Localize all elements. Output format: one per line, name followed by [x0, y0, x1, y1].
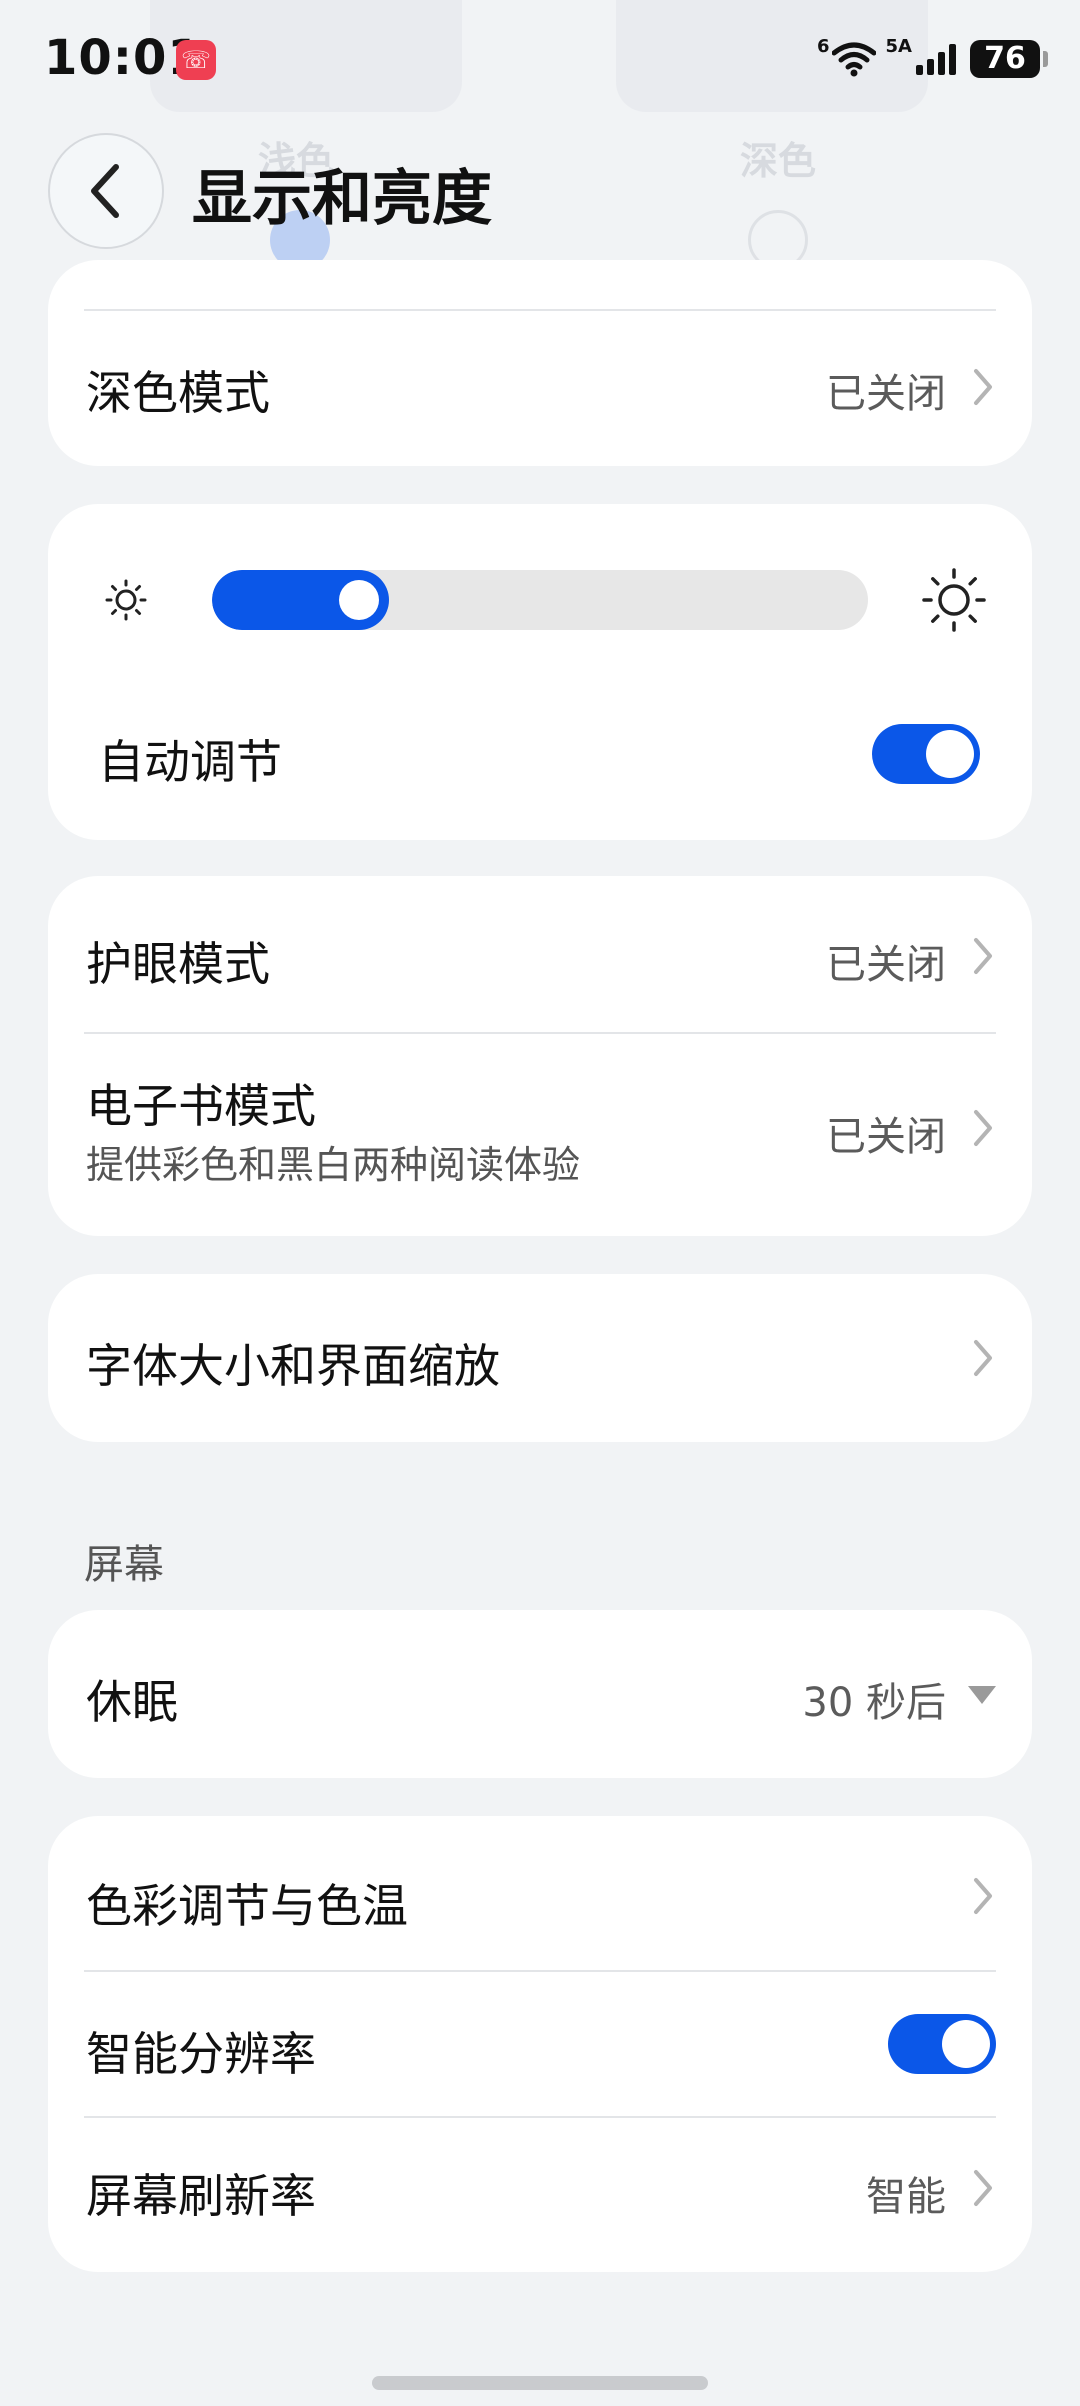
- chevron-left-icon: [91, 164, 119, 218]
- font-size-row[interactable]: 字体大小和界面缩放: [48, 1274, 1032, 1442]
- chevron-right-icon: [974, 1110, 992, 1146]
- color-adjust-row[interactable]: 色彩调节与色温: [48, 1816, 1032, 1970]
- font-size-card: 字体大小和界面缩放: [48, 1274, 1032, 1442]
- wifi-generation-label: 6: [817, 36, 830, 57]
- brightness-low-icon: [105, 579, 147, 621]
- refresh-rate-row[interactable]: 屏幕刷新率 智能: [48, 2118, 1032, 2272]
- page-title: 显示和亮度: [192, 164, 492, 234]
- chevron-right-icon: [974, 2170, 992, 2206]
- screen-section-title: 屏幕: [84, 1542, 164, 1588]
- status-icons: 6 5A 76: [817, 34, 1048, 84]
- reading-modes-card: 护眼模式 已关闭 电子书模式 提供彩色和黑白两种阅读体验 已关闭: [48, 876, 1032, 1236]
- sleep-card: 休眠 30 秒后: [48, 1610, 1032, 1778]
- eye-care-label: 护眼模式: [86, 937, 270, 991]
- sleep-value: 30 秒后: [802, 1680, 946, 1726]
- ebook-mode-subtitle: 提供彩色和黑白两种阅读体验: [86, 1143, 581, 1187]
- dark-mode-label: 深色模式: [86, 366, 270, 420]
- dark-mode-row[interactable]: 深色模式 已关闭: [48, 311, 1032, 466]
- cellular-network-label: 5A: [885, 36, 912, 57]
- refresh-rate-value: 智能: [866, 2174, 946, 2220]
- refresh-rate-label: 屏幕刷新率: [86, 2169, 316, 2223]
- ebook-mode-value: 已关闭: [826, 1114, 946, 1160]
- brightness-slider[interactable]: [212, 570, 868, 630]
- chevron-right-icon: [974, 1340, 992, 1376]
- theme-dark-label: 深色: [740, 139, 817, 183]
- signal-icon: [916, 44, 956, 75]
- chevron-right-icon: [974, 369, 992, 405]
- dark-mode-card: 深色模式 已关闭: [48, 260, 1032, 466]
- back-button[interactable]: [48, 133, 164, 249]
- dropdown-triangle-icon: [968, 1686, 996, 1704]
- font-size-label: 字体大小和界面缩放: [86, 1339, 500, 1393]
- smart-resolution-toggle[interactable]: [888, 2014, 996, 2074]
- toggle-knob: [942, 2020, 990, 2068]
- brightness-slider-handle[interactable]: [339, 580, 379, 620]
- brightness-high-icon: [922, 568, 986, 632]
- chevron-right-icon: [974, 1878, 992, 1914]
- battery-icon: 76: [970, 40, 1048, 78]
- ebook-mode-row[interactable]: 电子书模式 提供彩色和黑白两种阅读体验 已关闭: [48, 1034, 1032, 1236]
- status-bar: 10:01 ☏ 6 5A 76: [0, 0, 1080, 120]
- brightness-card: 自动调节: [48, 504, 1032, 840]
- chevron-right-icon: [974, 938, 992, 974]
- smart-resolution-label: 智能分辨率: [86, 2027, 316, 2081]
- auto-brightness-label: 自动调节: [98, 735, 282, 789]
- auto-brightness-toggle[interactable]: [872, 724, 980, 784]
- display-settings-card: 色彩调节与色温 智能分辨率 屏幕刷新率 智能: [48, 1816, 1032, 2272]
- eye-care-value: 已关闭: [826, 942, 946, 988]
- color-adjust-label: 色彩调节与色温: [86, 1879, 408, 1933]
- smart-resolution-row[interactable]: 智能分辨率: [48, 1972, 1032, 2116]
- auto-brightness-row[interactable]: 自动调节: [48, 704, 1032, 804]
- sleep-label: 休眠: [86, 1675, 178, 1729]
- wifi-icon: [831, 42, 876, 77]
- dark-mode-value: 已关闭: [826, 371, 946, 417]
- eye-care-row[interactable]: 护眼模式 已关闭: [48, 876, 1032, 1032]
- ebook-mode-label: 电子书模式: [86, 1079, 316, 1133]
- missed-call-notification-icon: ☏: [176, 40, 216, 80]
- sleep-row[interactable]: 休眠 30 秒后: [48, 1610, 1032, 1778]
- home-indicator[interactable]: [372, 2376, 708, 2390]
- toggle-knob: [926, 730, 974, 778]
